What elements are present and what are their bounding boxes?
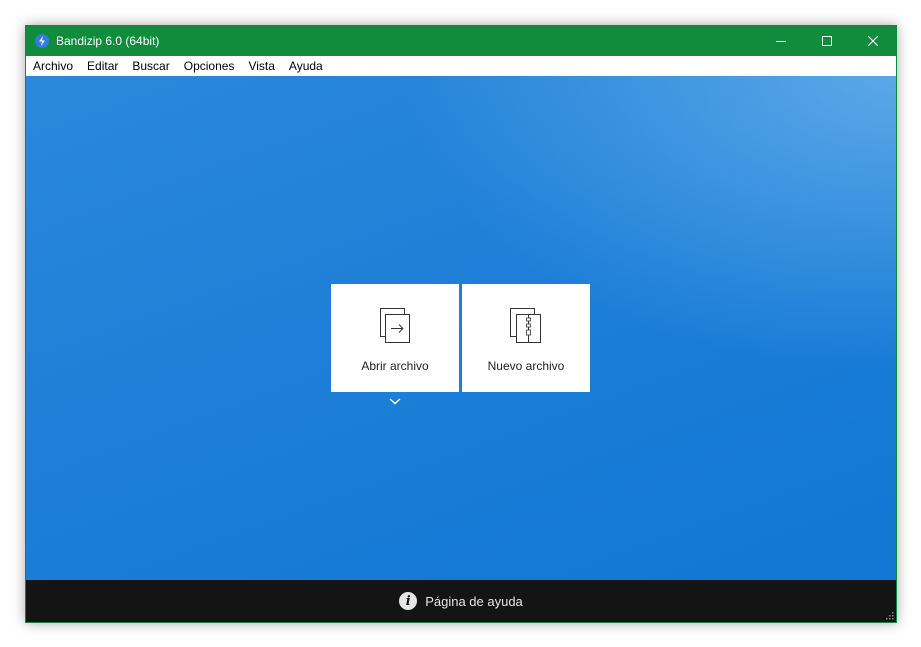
help-page-label: Página de ayuda <box>425 593 523 609</box>
new-archive-label: Nuevo archivo <box>487 359 565 373</box>
open-archive-label: Abrir archivo <box>361 359 429 373</box>
menu-opciones[interactable]: Opciones <box>177 56 242 76</box>
minimize-icon <box>776 41 786 42</box>
window-controls <box>758 26 896 56</box>
menu-ayuda[interactable]: Ayuda <box>282 56 330 76</box>
bandizip-window: Bandizip 6.0 (64bit) Archivo Editar Busc… <box>25 25 897 623</box>
title-bar[interactable]: Bandizip 6.0 (64bit) <box>26 26 896 56</box>
menu-archivo[interactable]: Archivo <box>26 56 80 76</box>
menu-buscar[interactable]: Buscar <box>125 56 176 76</box>
resize-grip-icon[interactable] <box>884 610 894 620</box>
maximize-button[interactable] <box>804 26 850 56</box>
footer-bar: i Página de ayuda <box>26 580 896 622</box>
info-icon: i <box>399 592 418 610</box>
close-button[interactable] <box>850 26 896 56</box>
menu-editar[interactable]: Editar <box>80 56 125 76</box>
chevron-down-icon[interactable] <box>388 396 402 406</box>
new-archive-button[interactable]: Nuevo archivo <box>462 284 590 392</box>
open-archive-button[interactable]: Abrir archivo <box>331 284 459 392</box>
maximize-icon <box>822 36 832 46</box>
close-icon <box>868 36 878 46</box>
menu-bar: Archivo Editar Buscar Opciones Vista Ayu… <box>26 56 896 76</box>
bandizip-logo-icon <box>35 34 49 48</box>
new-archive-icon <box>510 308 541 343</box>
help-page-link[interactable]: i Página de ayuda <box>399 592 523 610</box>
minimize-button[interactable] <box>758 26 804 56</box>
menu-vista[interactable]: Vista <box>241 56 281 76</box>
open-archive-icon <box>380 308 410 343</box>
window-title: Bandizip 6.0 (64bit) <box>56 34 160 48</box>
main-area: Abrir archivo Nuevo archivo <box>26 76 896 580</box>
